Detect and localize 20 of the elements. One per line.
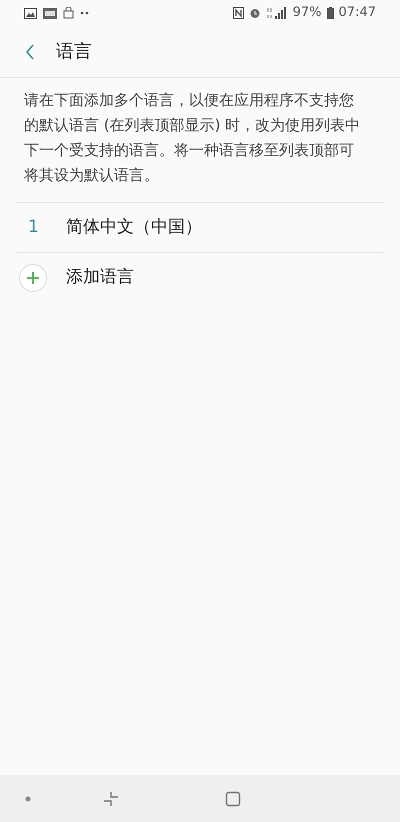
home-icon bbox=[225, 790, 241, 806]
language-name: 简体中文（中国） bbox=[66, 216, 202, 239]
description-text: 请在下面添加多个语言，以便在应用程序不支持您的默认语言 (在列表顶部显示) 时，改为使用列表中下一个受支持的语言。将一种语言移至列表顶部可将其设为默认语言。 bbox=[24, 90, 362, 186]
dot-icon bbox=[25, 796, 31, 802]
battery-percent: 97% bbox=[292, 4, 322, 22]
signal-icon bbox=[266, 7, 288, 19]
clock-time: 07:47 bbox=[338, 4, 376, 22]
add-icon bbox=[18, 263, 48, 293]
back-icon bbox=[25, 44, 35, 60]
nfc-icon bbox=[232, 7, 244, 19]
recents-icon bbox=[103, 790, 119, 806]
language-item[interactable]: 1 简体中文（中国） bbox=[16, 203, 384, 253]
image-icon bbox=[24, 8, 37, 18]
more-icon bbox=[80, 11, 90, 15]
alarm-icon bbox=[248, 7, 261, 19]
add-language-item[interactable]: 添加语言 bbox=[16, 253, 384, 303]
battery-icon bbox=[326, 7, 334, 19]
add-language-label: 添加语言 bbox=[66, 266, 134, 290]
language-index: 1 bbox=[27, 216, 40, 239]
page-title: 语言 bbox=[56, 40, 92, 64]
